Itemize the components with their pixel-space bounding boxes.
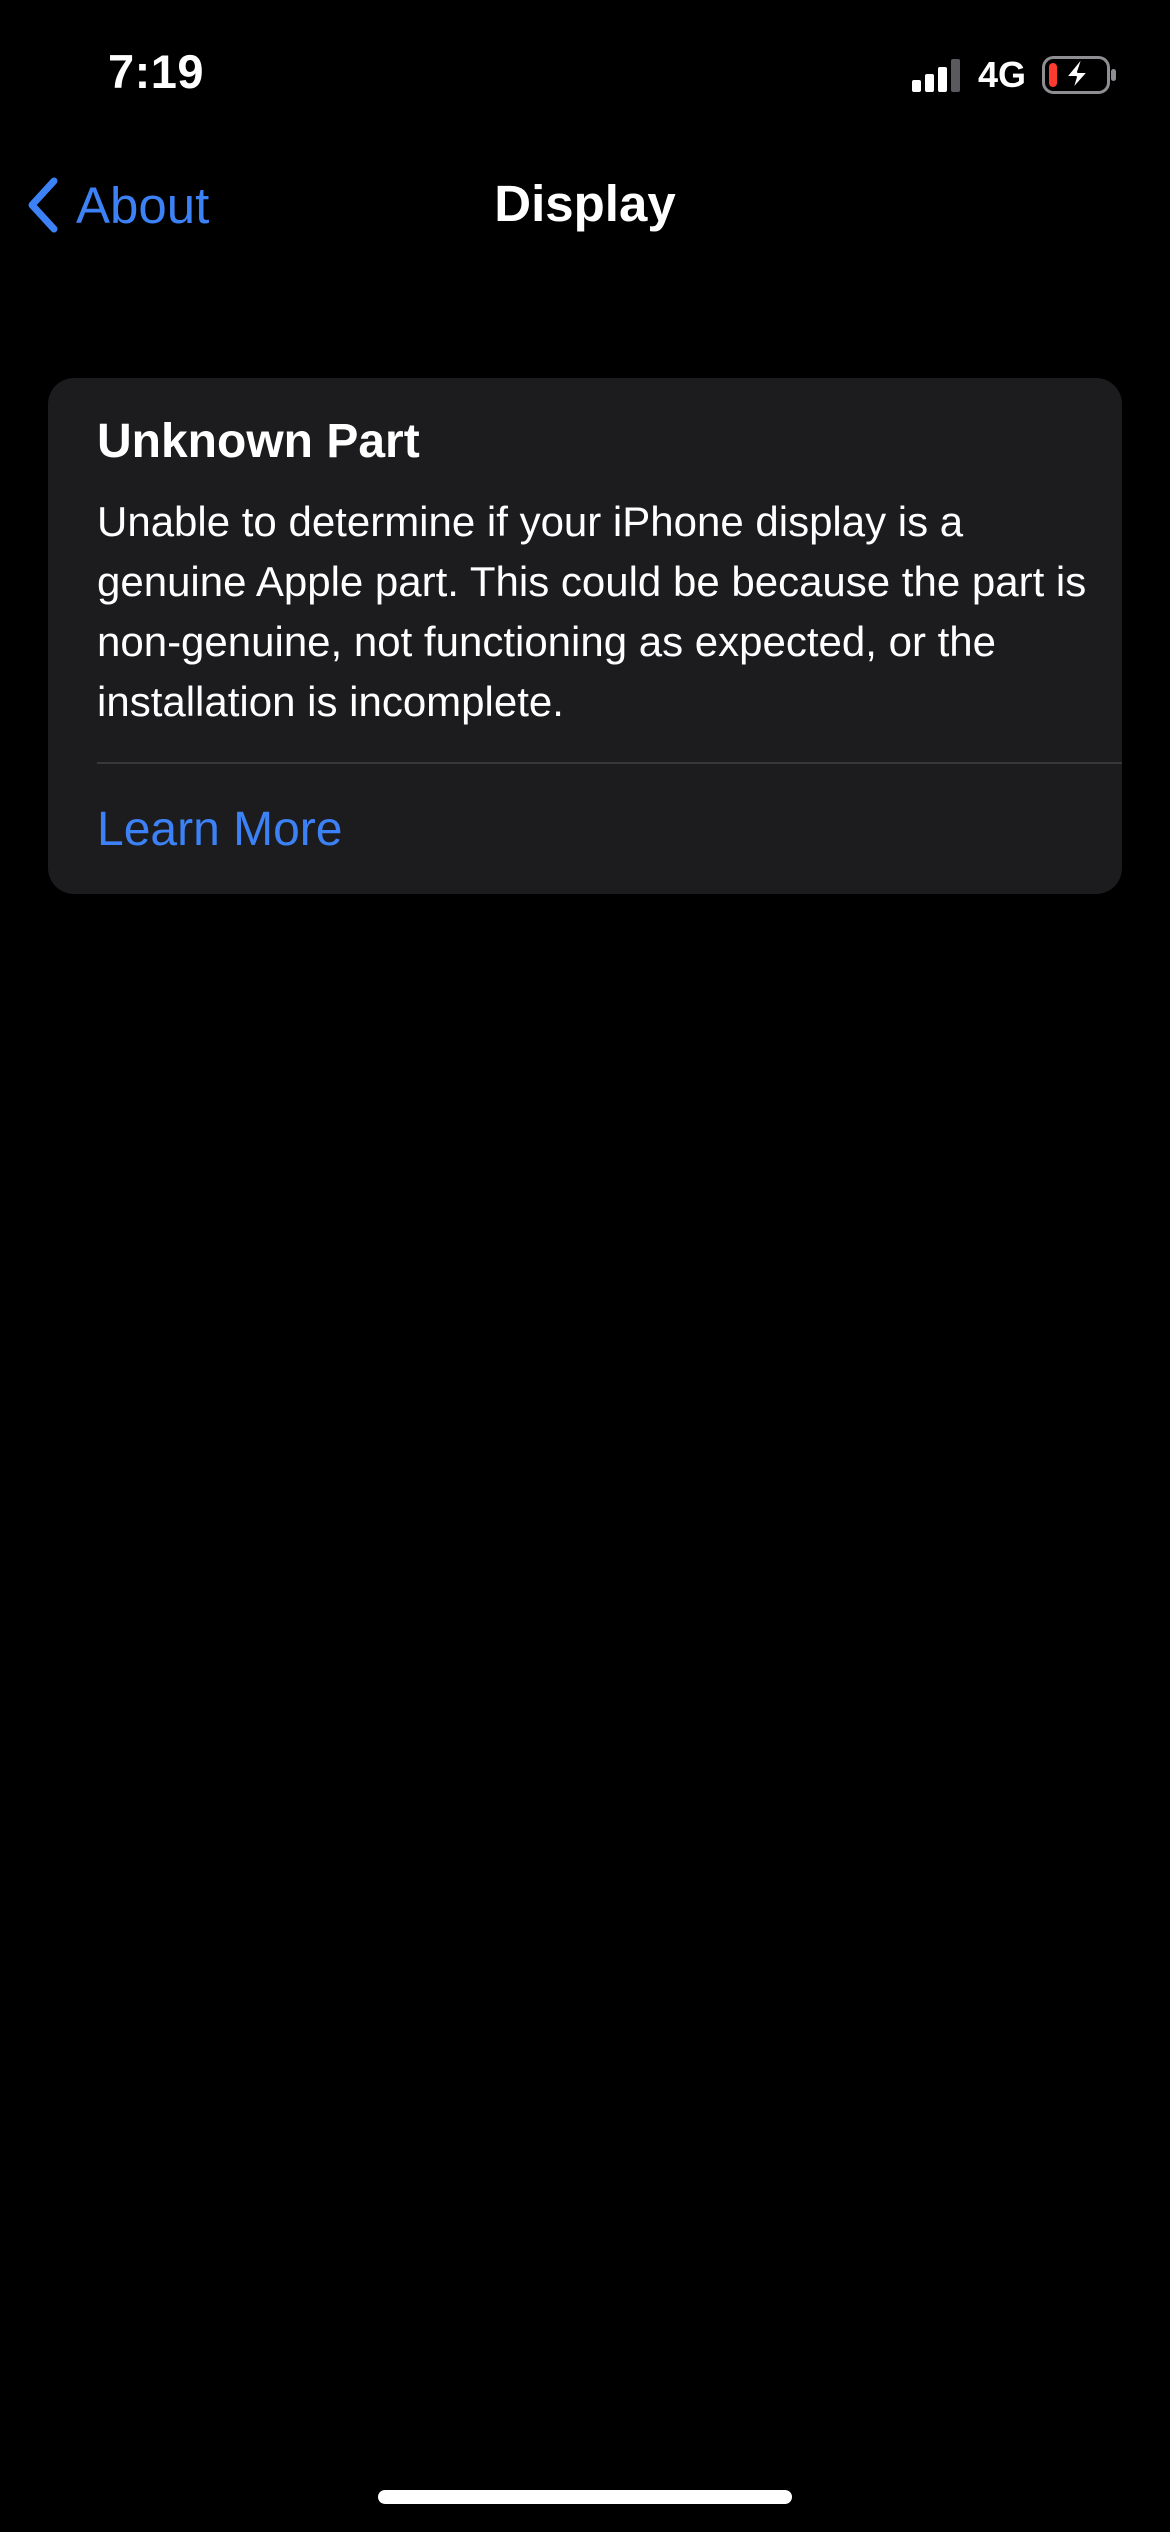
- card-title: Unknown Part: [97, 415, 420, 468]
- network-type-label: 4G: [977, 54, 1026, 95]
- status-time: 7:19: [108, 45, 205, 98]
- battery-level-fill: [1049, 63, 1057, 87]
- card-divider: [97, 762, 1122, 764]
- battery-charging-icon: [1042, 56, 1116, 94]
- unknown-part-card: Unknown Part Unable to determine if your…: [48, 378, 1122, 894]
- page-title: Display: [494, 175, 676, 232]
- status-bar: 7:19 4G: [0, 0, 1170, 140]
- card-description: Unable to determine if your iPhone displ…: [97, 498, 1087, 725]
- home-indicator[interactable]: [378, 2490, 792, 2504]
- navigation-bar: About Display: [0, 160, 1170, 250]
- learn-more-link[interactable]: Learn More: [97, 802, 342, 857]
- cellular-signal-icon: [911, 59, 960, 92]
- status-indicators: 4G: [911, 50, 1118, 100]
